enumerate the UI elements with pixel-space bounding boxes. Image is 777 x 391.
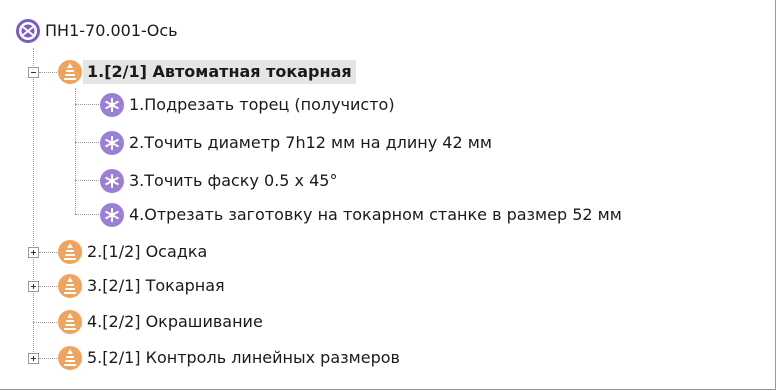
tree-connector [75,214,99,215]
tree-operation-4[interactable]: 4.[2/2] Окрашивание [57,307,267,337]
turning-operation-icon [57,59,83,85]
tree-operation-label: 1.[2/1] Автоматная токарная [83,60,356,84]
tree-connector [39,358,57,359]
tree-root-label: ПН1-70.001-Ось [45,21,178,40]
step-icon [99,130,125,156]
operation-icon [57,239,83,265]
tree-step-3[interactable]: 3.Точить фаску 0.5 х 45° [99,166,341,196]
tree-operation-label: 3.[2/1] Токарная [87,276,225,295]
tree-step-2[interactable]: 2.Точить диаметр 7h12 мм на длину 42 мм [99,128,496,158]
tree-step-label: 1.Подрезать торец (получисто) [129,95,395,114]
tree-connector [75,180,99,181]
tree-connector [75,104,99,105]
tree-root[interactable]: ПН1-70.001-Ось [15,16,182,46]
expand-toggle[interactable] [28,247,39,258]
part-icon [15,18,41,44]
tree-connector [75,142,99,143]
collapse-toggle[interactable] [28,67,39,78]
tree-connector [39,252,57,253]
tree-operation-1[interactable]: 1.[2/1] Автоматная токарная [57,57,356,87]
tree-panel: ПН1-70.001-Ось 1.[2/1] Автоматная токарн… [0,0,776,390]
expand-toggle[interactable] [28,281,39,292]
tree-step-label: 3.Точить фаску 0.5 х 45° [129,171,338,190]
tree-operation-5[interactable]: 5.[2/1] Контроль линейных размеров [57,343,404,373]
tree-operation-3[interactable]: 3.[2/1] Токарная [57,271,229,301]
tree-connector [33,48,34,358]
tree-operation-label: 5.[2/1] Контроль линейных размеров [87,348,400,367]
tree-step-4[interactable]: 4.Отрезать заготовку на токарном станке … [99,200,626,230]
tree-connector [33,322,57,323]
tree-operation-label: 4.[2/2] Окрашивание [87,312,263,331]
tree-operation-2[interactable]: 2.[1/2] Осадка [57,237,211,267]
operation-icon [57,345,83,371]
tree-step-1[interactable]: 1.Подрезать торец (получисто) [99,90,399,120]
step-icon [99,92,125,118]
tree-step-label: 4.Отрезать заготовку на токарном станке … [129,205,622,224]
step-icon [99,202,125,228]
tree-operation-label: 2.[1/2] Осадка [87,242,208,261]
tree-step-label: 2.Точить диаметр 7h12 мм на длину 42 мм [129,133,492,152]
operation-icon [57,309,83,335]
operation-icon [57,273,83,299]
tree-connector [39,286,57,287]
expand-toggle[interactable] [28,353,39,364]
tree-connector [75,88,76,214]
tree-connector [39,72,57,73]
step-icon [99,168,125,194]
process-tree: ПН1-70.001-Ось 1.[2/1] Автоматная токарн… [0,0,776,390]
